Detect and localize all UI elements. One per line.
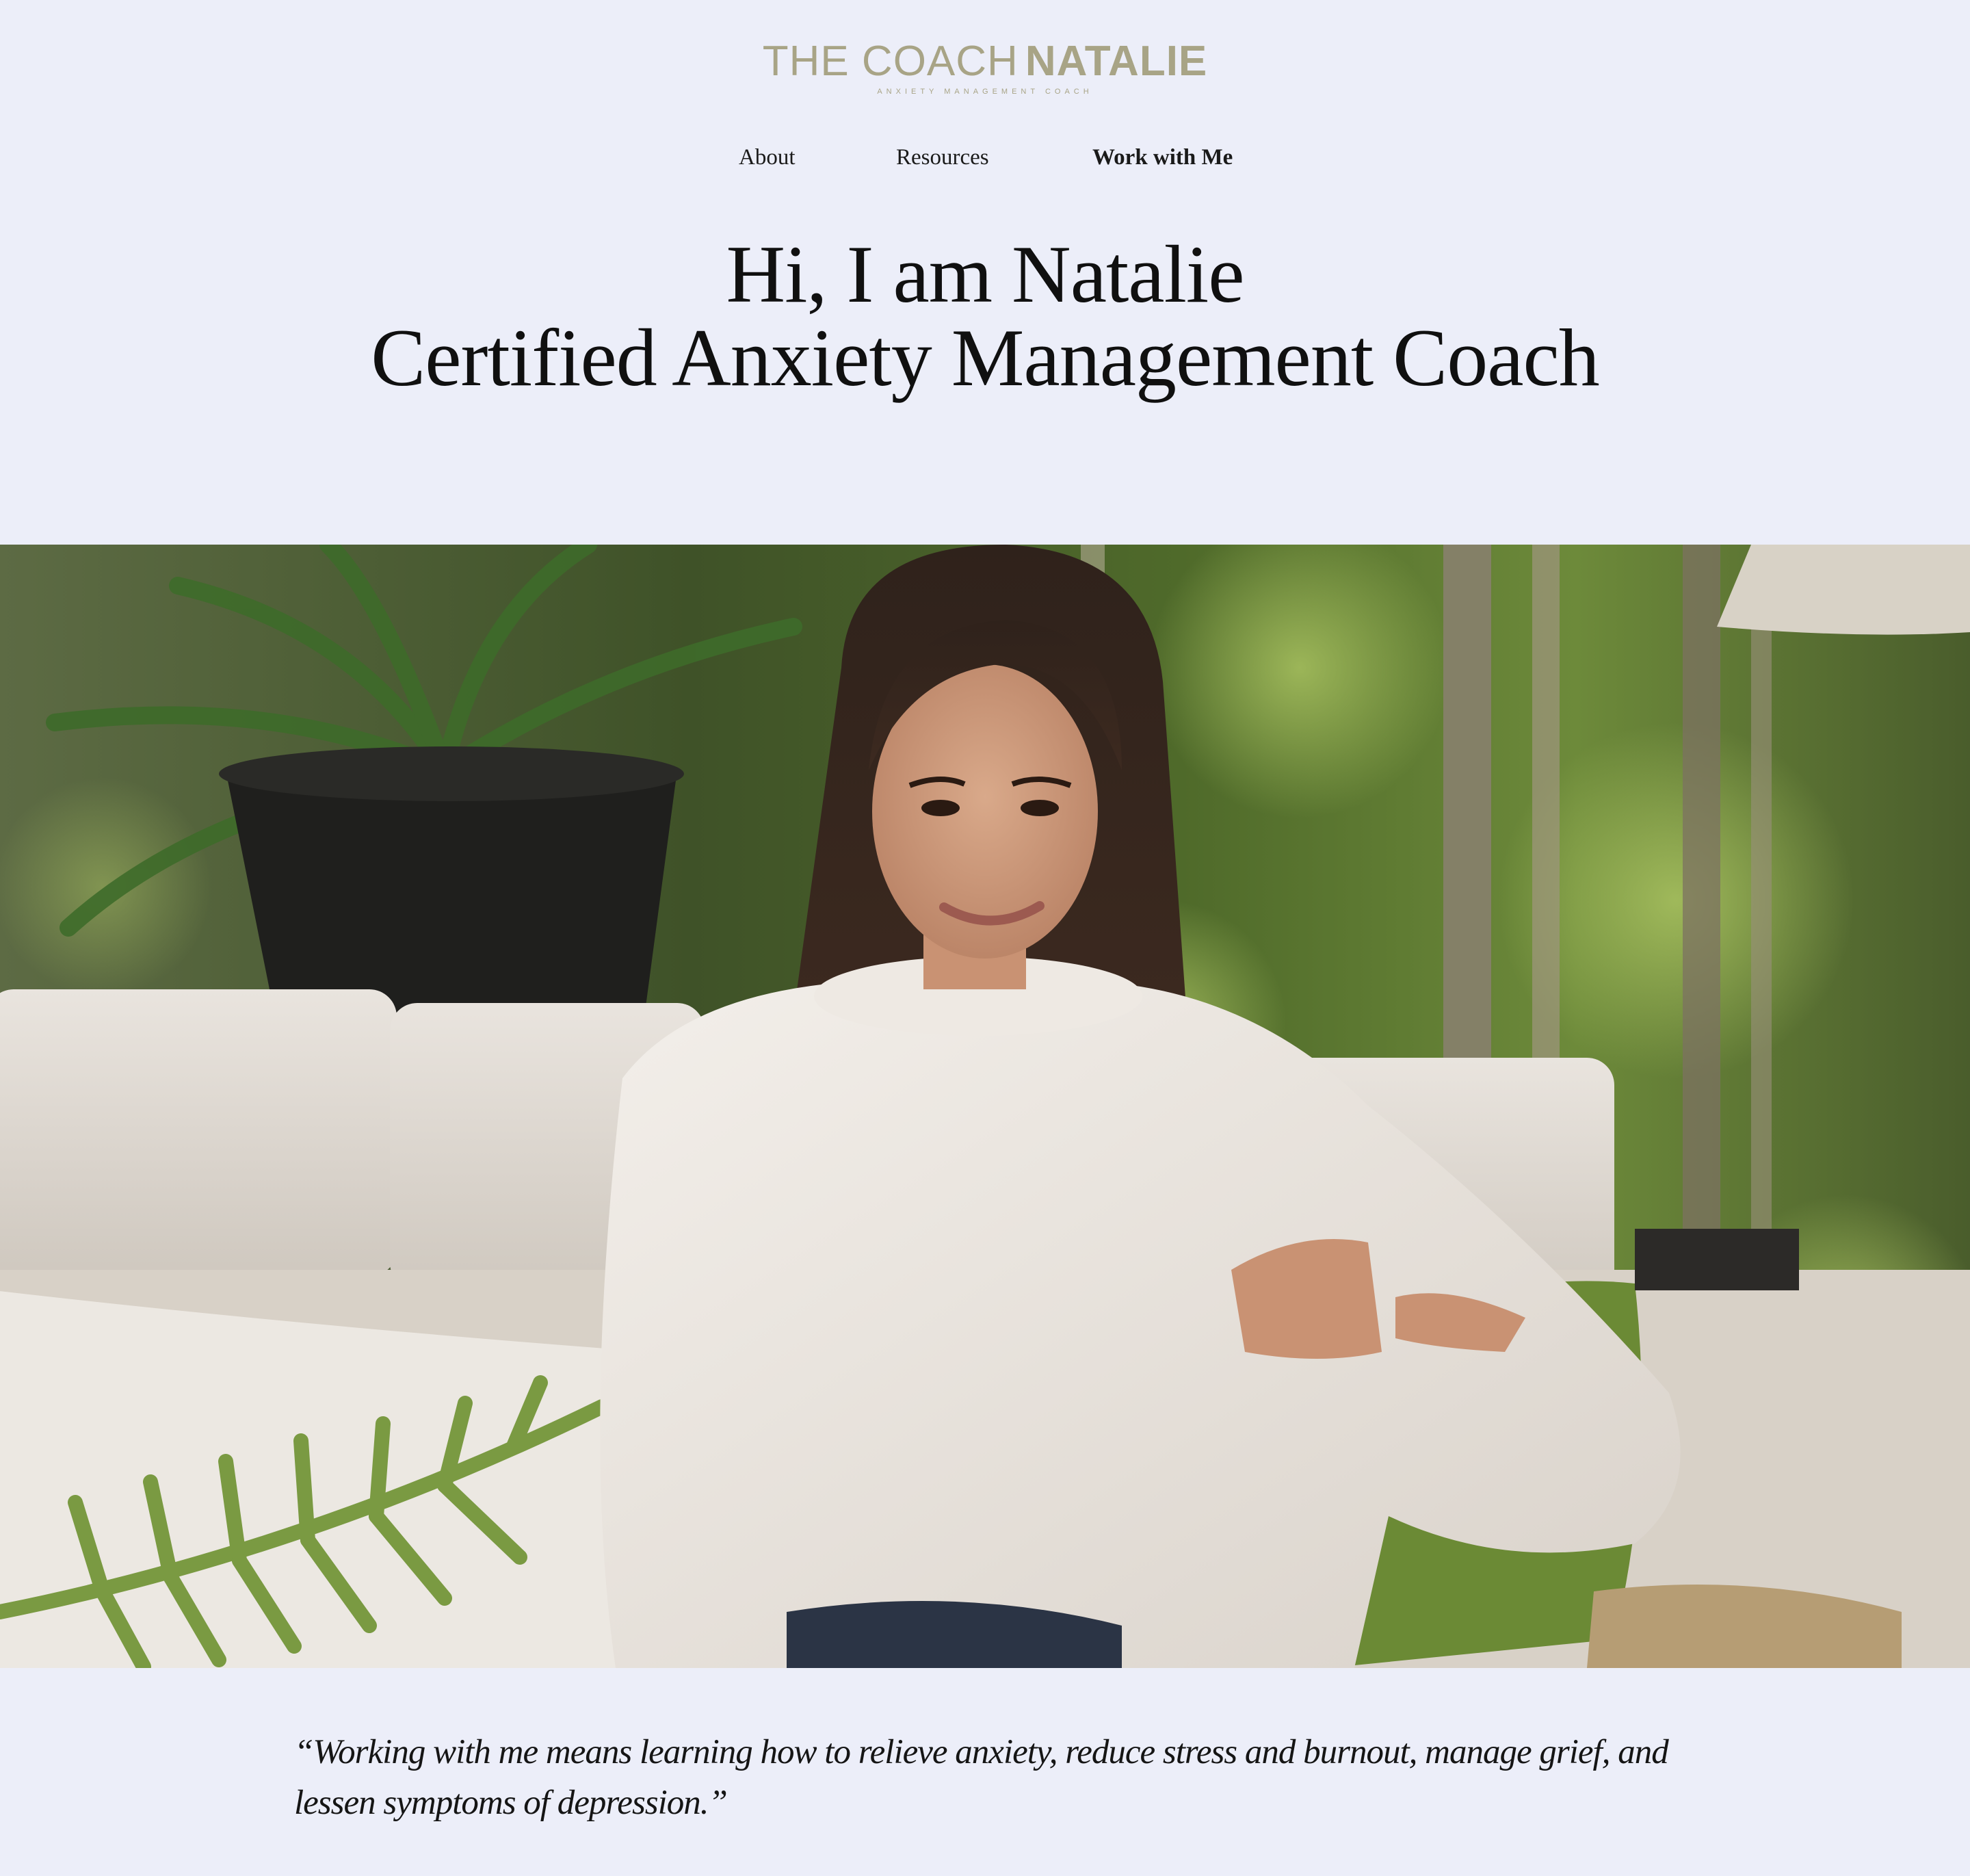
- main-navigation: About Resources Work with Me: [0, 145, 1970, 175]
- testimonial-quote: “Working with me means learning how to r…: [294, 1733, 1669, 1822]
- hero-heading: Hi, I am Natalie Certified Anxiety Manag…: [0, 233, 1970, 400]
- nav-link-about[interactable]: About: [739, 145, 796, 170]
- hero-heading-line-2: Certified Anxiety Management Coach: [371, 312, 1599, 403]
- nav-link-resources[interactable]: Resources: [896, 145, 989, 170]
- site-logo[interactable]: THE COACH NATALIE ANXIETY MANAGEMENT COAC…: [0, 40, 1970, 96]
- logo-title-bold: NATALIE: [1025, 38, 1208, 85]
- logo-title-light: THE COACH: [762, 38, 1019, 85]
- hero-heading-line-1: Hi, I am Natalie: [726, 229, 1244, 320]
- portrait-photo: [0, 545, 1970, 1668]
- nav-link-work-with-me[interactable]: Work with Me: [1092, 145, 1233, 170]
- logo-tagline: ANXIETY MANAGEMENT COACH: [877, 88, 1093, 96]
- logo-title: THE COACH NATALIE: [0, 40, 1970, 83]
